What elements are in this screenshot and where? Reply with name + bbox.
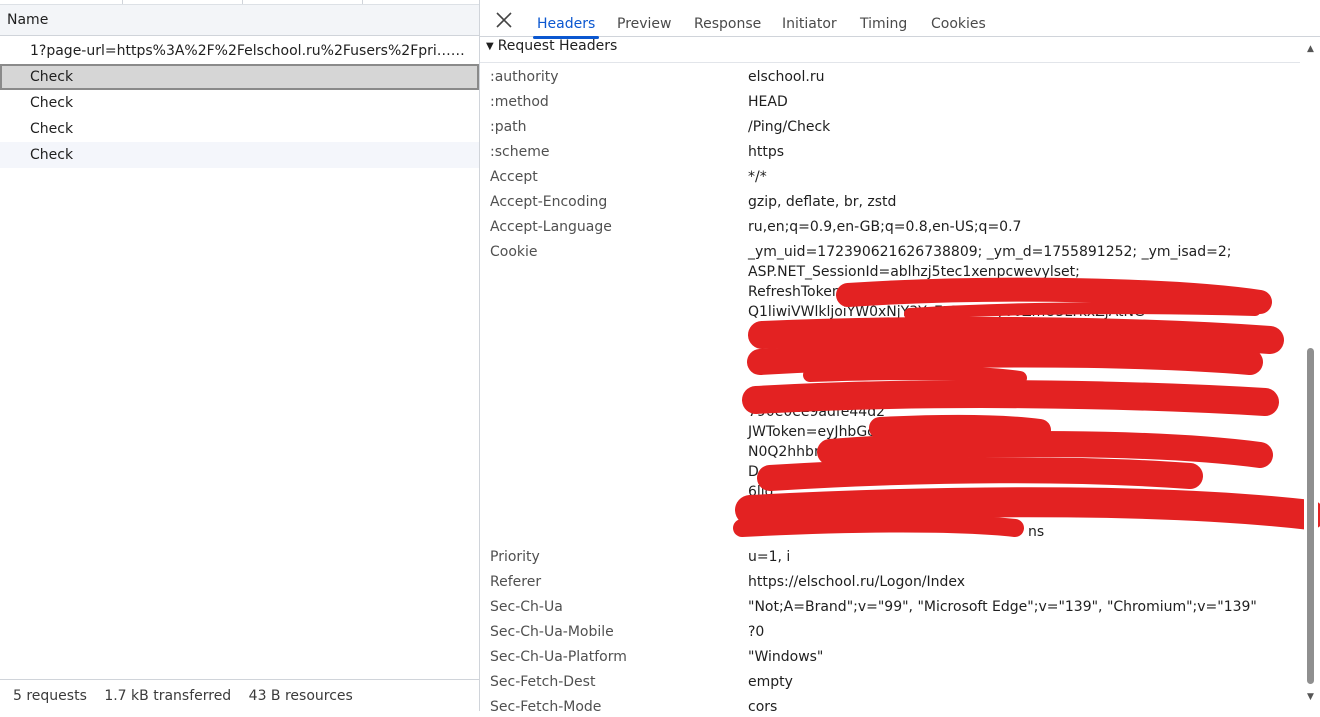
- cookie-value-line: N0Q2hhbm: [748, 444, 828, 460]
- request-row[interactable]: Check: [0, 90, 479, 116]
- request-name: Check: [30, 69, 74, 85]
- request-name: Check: [30, 147, 74, 163]
- tab-initiator[interactable]: Initiator: [782, 16, 837, 32]
- header-value: /Ping/Check: [748, 119, 831, 135]
- request-name: Check: [30, 95, 74, 111]
- close-icon[interactable]: [494, 10, 514, 30]
- section-title: Request Headers: [497, 38, 618, 54]
- tab-headers[interactable]: Headers: [532, 16, 600, 39]
- cookie-value-line: Q1liwiVWlkljoiYW0xNjY3YzEtOTlmNy00ZmU3LT…: [748, 304, 1145, 320]
- header-value: gzip, deflate, br, zstd: [748, 194, 897, 210]
- cookie-value-line: ASP.NET_SessionId=ablhzj5tec1xenpcwevyls…: [748, 264, 1080, 280]
- request-headers-section-toggle[interactable]: ▼ Request Headers: [486, 38, 617, 54]
- details-tab-bar: Headers Preview Response Initiator Timin…: [480, 0, 1320, 39]
- header-value: HEAD: [748, 94, 788, 110]
- triangle-down-icon: ▼: [486, 41, 494, 52]
- tab-response[interactable]: Response: [694, 16, 761, 32]
- tab-cookies[interactable]: Cookies: [931, 16, 986, 32]
- header-key: Referer: [490, 574, 542, 590]
- request-count: 5 requests: [13, 688, 87, 704]
- request-name: 1?page-url=https%3A%2F%2Felschool.ru%2Fu…: [30, 43, 470, 59]
- chevron-down-icon[interactable]: ▼: [1307, 692, 1314, 702]
- cookie-value-line: ns: [1028, 524, 1045, 540]
- header-key: Sec-Fetch-Mode: [490, 699, 602, 715]
- name-column-label: Name: [7, 12, 49, 28]
- header-key: Accept-Language: [490, 219, 612, 235]
- request-row[interactable]: Check: [0, 142, 479, 168]
- header-key: Sec-Ch-Ua-Mobile: [490, 624, 614, 640]
- header-key: :scheme: [490, 144, 550, 160]
- cookie-value-line: M: [748, 504, 761, 520]
- header-value: _ym_uid=172390621626738809; _ym_d=175589…: [748, 244, 1232, 260]
- request-row[interactable]: Check: [0, 116, 479, 142]
- cookie-value-line: JWToken=eyJhbGciOi: [748, 424, 894, 440]
- header-value: */*: [748, 169, 767, 185]
- header-key: Accept: [490, 169, 538, 185]
- vertical-scrollbar[interactable]: ▲ ▼: [1304, 40, 1318, 711]
- header-key: Cookie: [490, 244, 538, 260]
- status-bar: 5 requests 1.7 kB transferred 43 B resou…: [0, 679, 479, 712]
- header-key: :method: [490, 94, 549, 110]
- header-key: :path: [490, 119, 527, 135]
- header-value: elschool.ru: [748, 69, 825, 85]
- tab-preview[interactable]: Preview: [617, 16, 672, 32]
- cookie-value-line: 790e0ee9adfe44d2: [748, 404, 885, 420]
- cookie-value-line: RefreshToken=: [748, 284, 853, 300]
- name-column-header[interactable]: Name: [0, 5, 479, 36]
- cookie-value-line: D: [748, 464, 759, 480]
- request-row-selected[interactable]: Check: [0, 64, 479, 90]
- header-value: https://elschool.ru/Logon/Index: [748, 574, 966, 590]
- request-name: Check: [30, 121, 74, 137]
- chevron-up-icon[interactable]: ▲: [1307, 44, 1314, 54]
- header-key: Accept-Encoding: [490, 194, 608, 210]
- header-value: https: [748, 144, 785, 160]
- request-list-pane: Name 1?page-url=https%3A%2F%2Felschool.r…: [0, 0, 480, 712]
- section-divider: [480, 62, 1300, 63]
- header-value: cors: [748, 699, 778, 715]
- request-details-pane: Headers Preview Response Initiator Timin…: [480, 0, 1320, 715]
- header-key: Sec-Fetch-Dest: [490, 674, 596, 690]
- cookie-value-line: 6ljq: [748, 484, 774, 500]
- resources-size: 43 B resources: [248, 688, 353, 704]
- header-value: "Windows": [748, 649, 824, 665]
- header-key: Sec-Ch-Ua: [490, 599, 563, 615]
- header-value: ?0: [748, 624, 765, 640]
- header-value: empty: [748, 674, 793, 690]
- scrollbar-thumb[interactable]: [1307, 348, 1314, 684]
- tab-timing[interactable]: Timing: [860, 16, 907, 32]
- header-value: "Not;A=Brand";v="99", "Microsoft Edge";v…: [748, 599, 1257, 615]
- header-value: u=1, i: [748, 549, 791, 565]
- transferred-size: 1.7 kB transferred: [104, 688, 232, 704]
- request-row[interactable]: 1?page-url=https%3A%2F%2Felschool.ru%2Fu…: [0, 38, 479, 64]
- header-key: Sec-Ch-Ua-Platform: [490, 649, 627, 665]
- header-value: ru,en;q=0.9,en-GB;q=0.8,en-US;q=0.7: [748, 219, 1022, 235]
- header-key: :authority: [490, 69, 559, 85]
- header-key: Priority: [490, 549, 540, 565]
